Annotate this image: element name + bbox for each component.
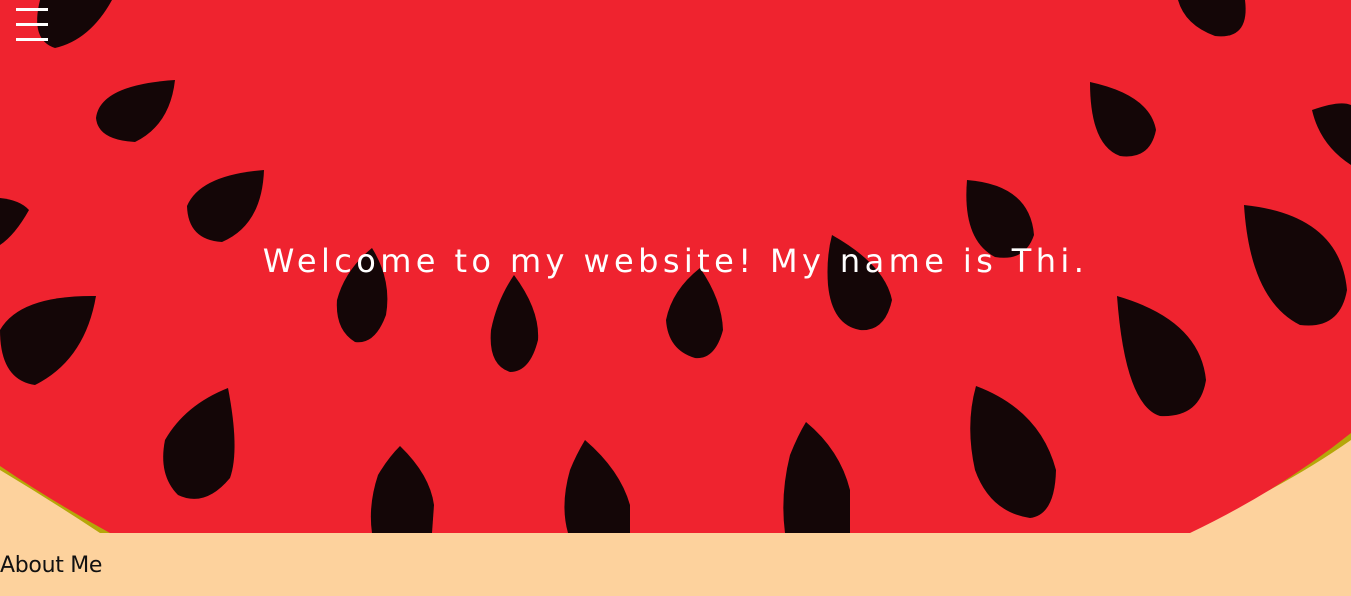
menu-bar-top [16, 8, 48, 11]
hero-banner: Welcome to my website! My name is Thi. [0, 0, 1351, 533]
menu-bar-middle [16, 23, 48, 26]
welcome-heading: Welcome to my website! My name is Thi. [262, 242, 1089, 280]
about-section: About Me [0, 533, 1351, 596]
about-heading: About Me [0, 553, 103, 578]
menu-bar-bottom [16, 38, 48, 41]
hamburger-menu-icon[interactable] [16, 8, 48, 42]
